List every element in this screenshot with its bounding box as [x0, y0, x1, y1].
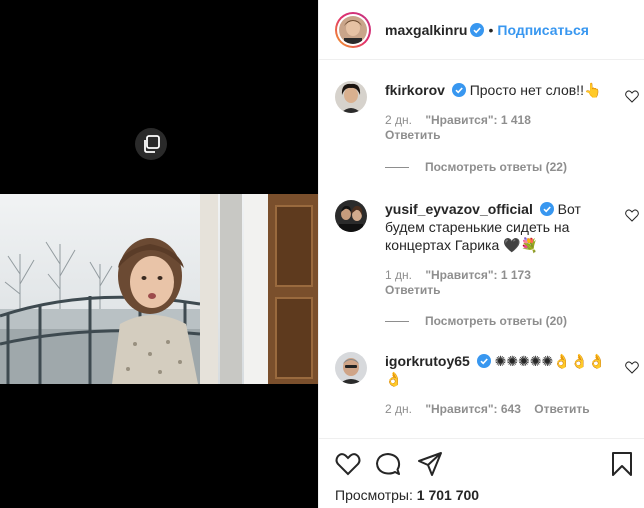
- comment-item: igorkrutoy65 ✺✺✺✺✺👌👌👌👌 2 дн. "Нравится":…: [335, 352, 639, 438]
- verified-icon: [470, 22, 485, 37]
- follow-button[interactable]: Подписаться: [497, 22, 589, 38]
- post-media[interactable]: [0, 0, 318, 508]
- views-value: 1 701 700: [416, 487, 480, 503]
- comment-icon[interactable]: [375, 451, 401, 477]
- multiple-media-icon: [135, 128, 167, 160]
- commenter-avatar[interactable]: [335, 200, 367, 232]
- verified-icon: [476, 354, 491, 368]
- post-header: maxgalkinru • Подписаться: [319, 0, 644, 60]
- post-footer: Просмотры: 1 701 700: [319, 438, 644, 508]
- commenter-avatar[interactable]: [335, 352, 367, 384]
- post-side-panel: maxgalkinru • Подписаться fkirkorov Прос…: [318, 0, 644, 508]
- verified-icon: [539, 202, 554, 216]
- separator-dot: •: [488, 21, 494, 38]
- post-photo: [0, 194, 318, 384]
- action-bar: [335, 451, 635, 479]
- heart-icon[interactable]: [625, 90, 639, 103]
- author-avatar[interactable]: [335, 11, 371, 48]
- comment-item: fkirkorov Просто нет слов!!👆 2 дн. "Нрав…: [335, 81, 639, 201]
- comment-likes[interactable]: "Нравится": 1 418: [425, 113, 531, 127]
- comment-username[interactable]: yusif_eyvazov_official: [385, 201, 533, 217]
- share-icon[interactable]: [417, 451, 443, 477]
- comments-list[interactable]: fkirkorov Просто нет слов!!👆 2 дн. "Нрав…: [319, 61, 644, 438]
- heart-icon[interactable]: [625, 209, 639, 222]
- verified-icon: [451, 83, 466, 97]
- comment-likes[interactable]: "Нравится": 643: [425, 402, 521, 416]
- commenter-avatar[interactable]: [335, 81, 367, 113]
- comment-time[interactable]: 2 дн.: [385, 402, 412, 416]
- views-label: Просмотры:: [335, 487, 413, 503]
- comment-meta: 1 дн. "Нравится": 1 173 Ответить: [385, 268, 611, 297]
- comment-likes[interactable]: "Нравится": 1 173: [425, 268, 531, 282]
- reply-button[interactable]: Ответить: [385, 283, 601, 297]
- author-username[interactable]: maxgalkinru: [385, 22, 467, 38]
- views-count: Просмотры: 1 701 700: [335, 487, 479, 503]
- heart-icon[interactable]: [335, 451, 361, 477]
- comment-username[interactable]: fkirkorov: [385, 82, 445, 98]
- comment-meta: 2 дн. "Нравится": 643 Ответить: [385, 402, 611, 416]
- comment-text: Просто нет слов!!👆: [469, 82, 602, 98]
- comment-meta: 2 дн. "Нравится": 1 418 Ответить: [385, 113, 611, 142]
- view-replies-button[interactable]: Посмотреть ответы (22): [385, 160, 567, 174]
- heart-icon[interactable]: [625, 361, 639, 374]
- comment-username[interactable]: igorkrutoy65: [385, 353, 470, 369]
- reply-button[interactable]: Ответить: [385, 128, 601, 142]
- reply-button[interactable]: Ответить: [534, 402, 589, 416]
- comment-time[interactable]: 1 дн.: [385, 268, 412, 282]
- save-icon[interactable]: [609, 451, 635, 477]
- comment-time[interactable]: 2 дн.: [385, 113, 412, 127]
- view-replies-button[interactable]: Посмотреть ответы (20): [385, 314, 567, 328]
